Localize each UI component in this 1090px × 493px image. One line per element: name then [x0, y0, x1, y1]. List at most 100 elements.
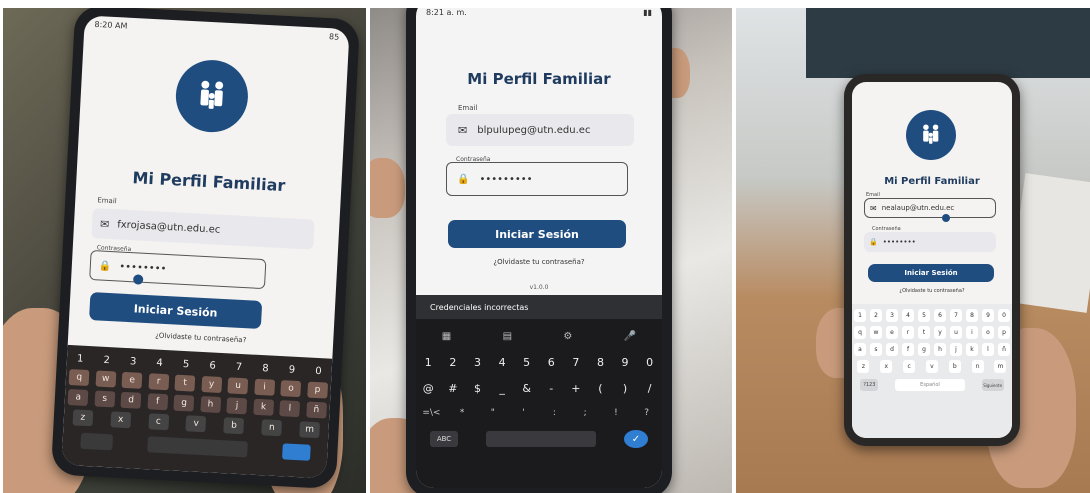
keyboard-key[interactable]: _	[493, 382, 511, 395]
forgot-password-link[interactable]: ¿Olvidaste tu contraseña?	[852, 288, 1012, 294]
keyboard-key[interactable]: m	[299, 421, 320, 439]
keyboard-key[interactable]: ?	[637, 408, 657, 418]
keyboard-key[interactable]: 4	[149, 357, 170, 369]
keyboard-key[interactable]: o	[982, 326, 994, 339]
keyboard-key[interactable]: f	[147, 393, 168, 411]
keyboard-key[interactable]: 5	[176, 358, 197, 370]
keyboard-key[interactable]: e	[886, 326, 898, 339]
keyboard-key[interactable]: r	[902, 326, 914, 339]
keyboard-key[interactable]: =\<	[421, 408, 441, 418]
keyboard-key[interactable]: d	[886, 343, 898, 356]
keyboard-key[interactable]: /	[641, 382, 659, 395]
text-cursor-handle[interactable]	[942, 214, 950, 222]
keyboard-key[interactable]: n	[261, 419, 283, 437]
text-cursor-handle[interactable]	[132, 274, 144, 285]
keyboard-key[interactable]: t	[174, 374, 196, 392]
keyboard-key[interactable]: 5	[918, 309, 930, 322]
keyboard-key[interactable]: ;	[575, 408, 595, 418]
keyboard-key[interactable]: c	[903, 360, 916, 373]
keyboard-key[interactable]: t	[918, 326, 930, 339]
keyboard-key[interactable]: !	[606, 408, 626, 418]
keyboard-key[interactable]: 7	[950, 309, 962, 322]
keyboard-key[interactable]: v	[185, 415, 207, 433]
keyboard-key[interactable]: d	[120, 391, 142, 409]
keyboard-key[interactable]: 6	[202, 360, 223, 372]
keyboard-key[interactable]: e	[121, 371, 143, 389]
keyboard-key[interactable]: w	[95, 370, 117, 388]
keyboard-key[interactable]: o	[280, 380, 302, 398]
keyboard-key[interactable]: c	[147, 413, 169, 431]
enter-key[interactable]	[281, 443, 311, 461]
keyboard-key[interactable]: y	[934, 326, 946, 339]
keyboard-key[interactable]: 2	[96, 354, 117, 366]
keyboard-key[interactable]: 2	[444, 356, 462, 369]
keyboard-key[interactable]: v	[925, 360, 938, 373]
keyboard-key[interactable]: q	[854, 326, 866, 339]
keyboard-key[interactable]: g	[918, 343, 930, 356]
space-key[interactable]: Español	[894, 379, 965, 391]
keyboard-key[interactable]: f	[902, 343, 914, 356]
email-field[interactable]: ✉ nealaup@utn.edu.ec	[864, 198, 996, 218]
keyboard-key[interactable]: 5	[518, 356, 536, 369]
keyboard-key[interactable]: q	[68, 369, 90, 387]
keyboard-key[interactable]: g	[173, 394, 195, 412]
keyboard-key[interactable]: l	[279, 400, 301, 418]
clipboard-icon[interactable]: ▤	[503, 331, 512, 342]
keyboard-key[interactable]: k	[253, 398, 274, 416]
email-field[interactable]: ✉ fxrojasa@utn.edu.ec	[91, 208, 315, 250]
space-key[interactable]	[146, 436, 248, 458]
keyboard-key[interactable]: p	[998, 326, 1010, 339]
keyboard-key[interactable]: &	[518, 382, 536, 395]
keyboard-key[interactable]: 7	[567, 356, 585, 369]
keyboard-key[interactable]: h	[934, 343, 946, 356]
keyboard-key[interactable]: 3	[468, 356, 486, 369]
forgot-password-link[interactable]: ¿Olvidaste tu contraseña?	[416, 258, 662, 266]
keyboard-key[interactable]: 8	[966, 309, 978, 322]
keyboard-key[interactable]: #	[444, 382, 462, 395]
keyboard-key[interactable]: j	[950, 343, 962, 356]
keyboard-key[interactable]: 0	[641, 356, 659, 369]
keyboard-key[interactable]: z	[857, 360, 870, 373]
login-button[interactable]: Iniciar Sesión	[868, 264, 994, 282]
keyboard-key[interactable]: r	[148, 373, 170, 391]
gear-icon[interactable]: ⚙	[563, 331, 572, 342]
keyboard-key[interactable]: 6	[542, 356, 560, 369]
email-field[interactable]: ✉ blpulupeg@utn.edu.ec	[446, 114, 634, 146]
keyboard-key[interactable]: $	[468, 382, 486, 395]
keyboard-key[interactable]: i	[966, 326, 978, 339]
keyboard-key[interactable]: *	[452, 408, 472, 418]
keyboard-key[interactable]: -	[542, 382, 560, 395]
symbols-key[interactable]: ?123	[860, 379, 879, 391]
keyboard-key[interactable]: 6	[934, 309, 946, 322]
keyboard-key[interactable]: (	[591, 382, 609, 395]
password-field[interactable]: 🔒 •••••••••	[446, 162, 628, 196]
password-field[interactable]: 🔒 ••••••••	[89, 249, 267, 290]
keyboard-key[interactable]: a	[67, 389, 89, 407]
keyboard-key[interactable]: b	[223, 417, 245, 435]
keyboard-key[interactable]: 7	[229, 361, 250, 373]
keyboard-key[interactable]: u	[950, 326, 962, 339]
keyboard-key[interactable]: 4	[493, 356, 511, 369]
keyboard-key[interactable]: n	[971, 360, 984, 373]
keyboard-key[interactable]: +	[567, 382, 585, 395]
forgot-password-link[interactable]: ¿Olvidaste tu contraseña?	[68, 327, 333, 349]
keyboard-key[interactable]: z	[72, 409, 94, 427]
keyboard-key[interactable]: @	[419, 382, 437, 395]
next-key[interactable]: Siguiente	[981, 379, 1004, 391]
keyboard-key[interactable]: :	[544, 408, 564, 418]
keyboard-key[interactable]: x	[110, 411, 132, 429]
keyboard-key[interactable]: i	[254, 378, 275, 396]
keyboard-key[interactable]: h	[200, 395, 221, 413]
keyboard-key[interactable]: 3	[123, 355, 144, 367]
keyboard-key[interactable]: m	[994, 360, 1007, 373]
keyboard-key[interactable]: 4	[902, 309, 914, 322]
password-field[interactable]: 🔒 ••••••••	[864, 232, 996, 252]
keyboard-key[interactable]: 1	[70, 353, 91, 365]
keyboard-key[interactable]: s	[94, 390, 116, 408]
keyboard-key[interactable]: "	[483, 408, 503, 418]
keyboard-key[interactable]: ñ	[998, 343, 1010, 356]
keyboard-key[interactable]: 9	[282, 364, 303, 376]
keyboard-key[interactable]: )	[616, 382, 634, 395]
keyboard-key[interactable]: '	[514, 408, 534, 418]
keyboard-key[interactable]: 9	[982, 309, 994, 322]
